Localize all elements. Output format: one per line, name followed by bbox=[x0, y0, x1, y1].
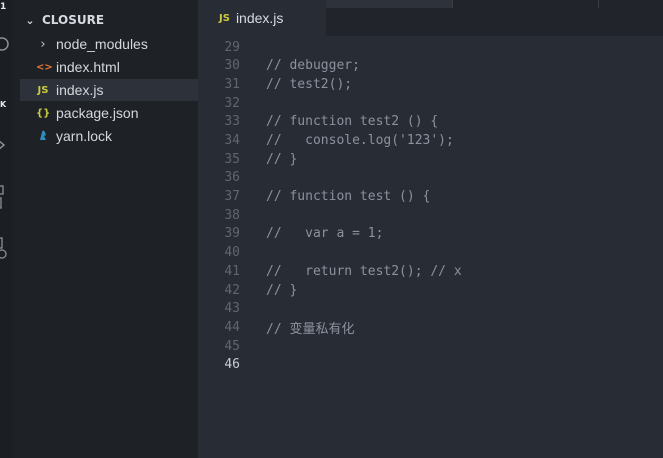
editor-area: JS index.js 29 30 // debugger; 31 // test2… bbox=[198, 0, 663, 458]
activity-bar: 1 K bbox=[0, 0, 12, 458]
notification-badge: 1 bbox=[0, 2, 7, 12]
line-number: 43 bbox=[224, 301, 240, 316]
line-number: 39 bbox=[224, 226, 240, 241]
activity-label-fragment: K bbox=[0, 100, 7, 109]
folder-name: CLOSURE bbox=[42, 13, 105, 27]
line-number: 41 bbox=[224, 264, 240, 279]
tab-divider bbox=[598, 0, 599, 8]
line-number: 33 bbox=[224, 114, 240, 129]
tree-item-label: yarn.lock bbox=[56, 128, 113, 144]
code-line: 36 bbox=[198, 168, 663, 187]
explorer-sidebar: ⌄ CLOSURE › node_modules <> index.html J… bbox=[12, 0, 198, 458]
line-text: // function test () { bbox=[266, 189, 431, 204]
js-file-icon: JS bbox=[219, 12, 230, 24]
js-file-icon: JS bbox=[37, 84, 49, 96]
code-line: 30 // debugger; bbox=[198, 56, 663, 75]
tree-item-label: index.html bbox=[56, 59, 120, 75]
line-number: 38 bbox=[224, 208, 240, 223]
html-file-icon: <> bbox=[36, 61, 53, 73]
tree-item-label: node_modules bbox=[56, 36, 148, 52]
line-number: 32 bbox=[224, 96, 240, 111]
tree-item-index-html[interactable]: <> index.html bbox=[36, 56, 198, 78]
code-line: 31 // test2(); bbox=[198, 75, 663, 94]
tree-item-index-js[interactable]: JS index.js bbox=[20, 79, 198, 101]
tree-item-label: package.json bbox=[56, 105, 139, 121]
search-icon[interactable] bbox=[0, 36, 10, 52]
tab-bar: JS index.js bbox=[198, 0, 663, 36]
code-line: 40 bbox=[198, 243, 663, 262]
tab-index-js[interactable]: JS index.js bbox=[198, 0, 326, 36]
code-line: 39 // var a = 1; bbox=[198, 224, 663, 243]
line-number: 29 bbox=[224, 40, 240, 55]
code-line-current: 46 bbox=[198, 355, 663, 374]
tree-item-package-json[interactable]: {} package.json bbox=[36, 102, 198, 124]
line-text: // } bbox=[266, 283, 298, 298]
line-text: // console.log('123'); bbox=[266, 133, 454, 148]
yarn-icon bbox=[36, 129, 50, 144]
remote-icon[interactable] bbox=[0, 236, 10, 262]
line-text: // 变量私有化 bbox=[266, 322, 355, 337]
line-text: // test2(); bbox=[266, 77, 353, 92]
line-number: 36 bbox=[224, 170, 240, 185]
line-text: // debugger; bbox=[266, 58, 360, 73]
code-line: 33 // function test2 () { bbox=[198, 112, 663, 131]
tree-item-label: index.js bbox=[56, 82, 104, 98]
line-number: 30 bbox=[224, 58, 240, 73]
tab-label: index.js bbox=[235, 10, 284, 26]
line-text: // var a = 1; bbox=[266, 226, 384, 241]
line-text: // function test2 () { bbox=[266, 114, 439, 129]
tree-item-node-modules[interactable]: › node_modules bbox=[36, 33, 198, 55]
line-number: 37 bbox=[224, 189, 240, 204]
line-number: 34 bbox=[224, 133, 240, 148]
folder-header[interactable]: ⌄ CLOSURE bbox=[24, 13, 104, 27]
code-line: 34 // console.log('123'); bbox=[198, 131, 663, 150]
line-number: 42 bbox=[224, 283, 240, 298]
tab-divider bbox=[452, 0, 453, 8]
code-line: 42 // } bbox=[198, 281, 663, 300]
line-text: // return test2(); // x bbox=[266, 264, 462, 279]
debug-icon[interactable] bbox=[0, 138, 8, 152]
code-line: 35 // } bbox=[198, 150, 663, 169]
line-text: // } bbox=[266, 152, 298, 167]
extensions-icon[interactable] bbox=[0, 184, 8, 212]
line-number: 40 bbox=[224, 245, 240, 260]
code-line: 43 bbox=[198, 299, 663, 318]
line-number: 44 bbox=[224, 320, 240, 335]
code-line: 44 // 变量私有化 bbox=[198, 318, 663, 337]
code-line: 37 // function test () { bbox=[198, 187, 663, 206]
tab-ghost[interactable] bbox=[326, 0, 452, 8]
line-number: 45 bbox=[224, 339, 240, 354]
line-number: 31 bbox=[224, 77, 240, 92]
tree-item-yarn-lock[interactable]: yarn.lock bbox=[36, 125, 198, 147]
line-number-current: 46 bbox=[224, 357, 240, 372]
json-file-icon: {} bbox=[36, 107, 51, 119]
code-line: 32 bbox=[198, 94, 663, 113]
code-line: 41 // return test2(); // x bbox=[198, 262, 663, 281]
code-line: 29 bbox=[198, 38, 663, 57]
vscode-window: 1 K ⌄ CLOSURE › node_modules <> index.ht… bbox=[0, 0, 663, 458]
chevron-down-icon: ⌄ bbox=[25, 13, 35, 27]
code-line: 45 bbox=[198, 337, 663, 356]
code-line: 38 bbox=[198, 206, 663, 225]
chevron-right-icon: › bbox=[40, 36, 46, 52]
line-number: 35 bbox=[224, 152, 240, 167]
